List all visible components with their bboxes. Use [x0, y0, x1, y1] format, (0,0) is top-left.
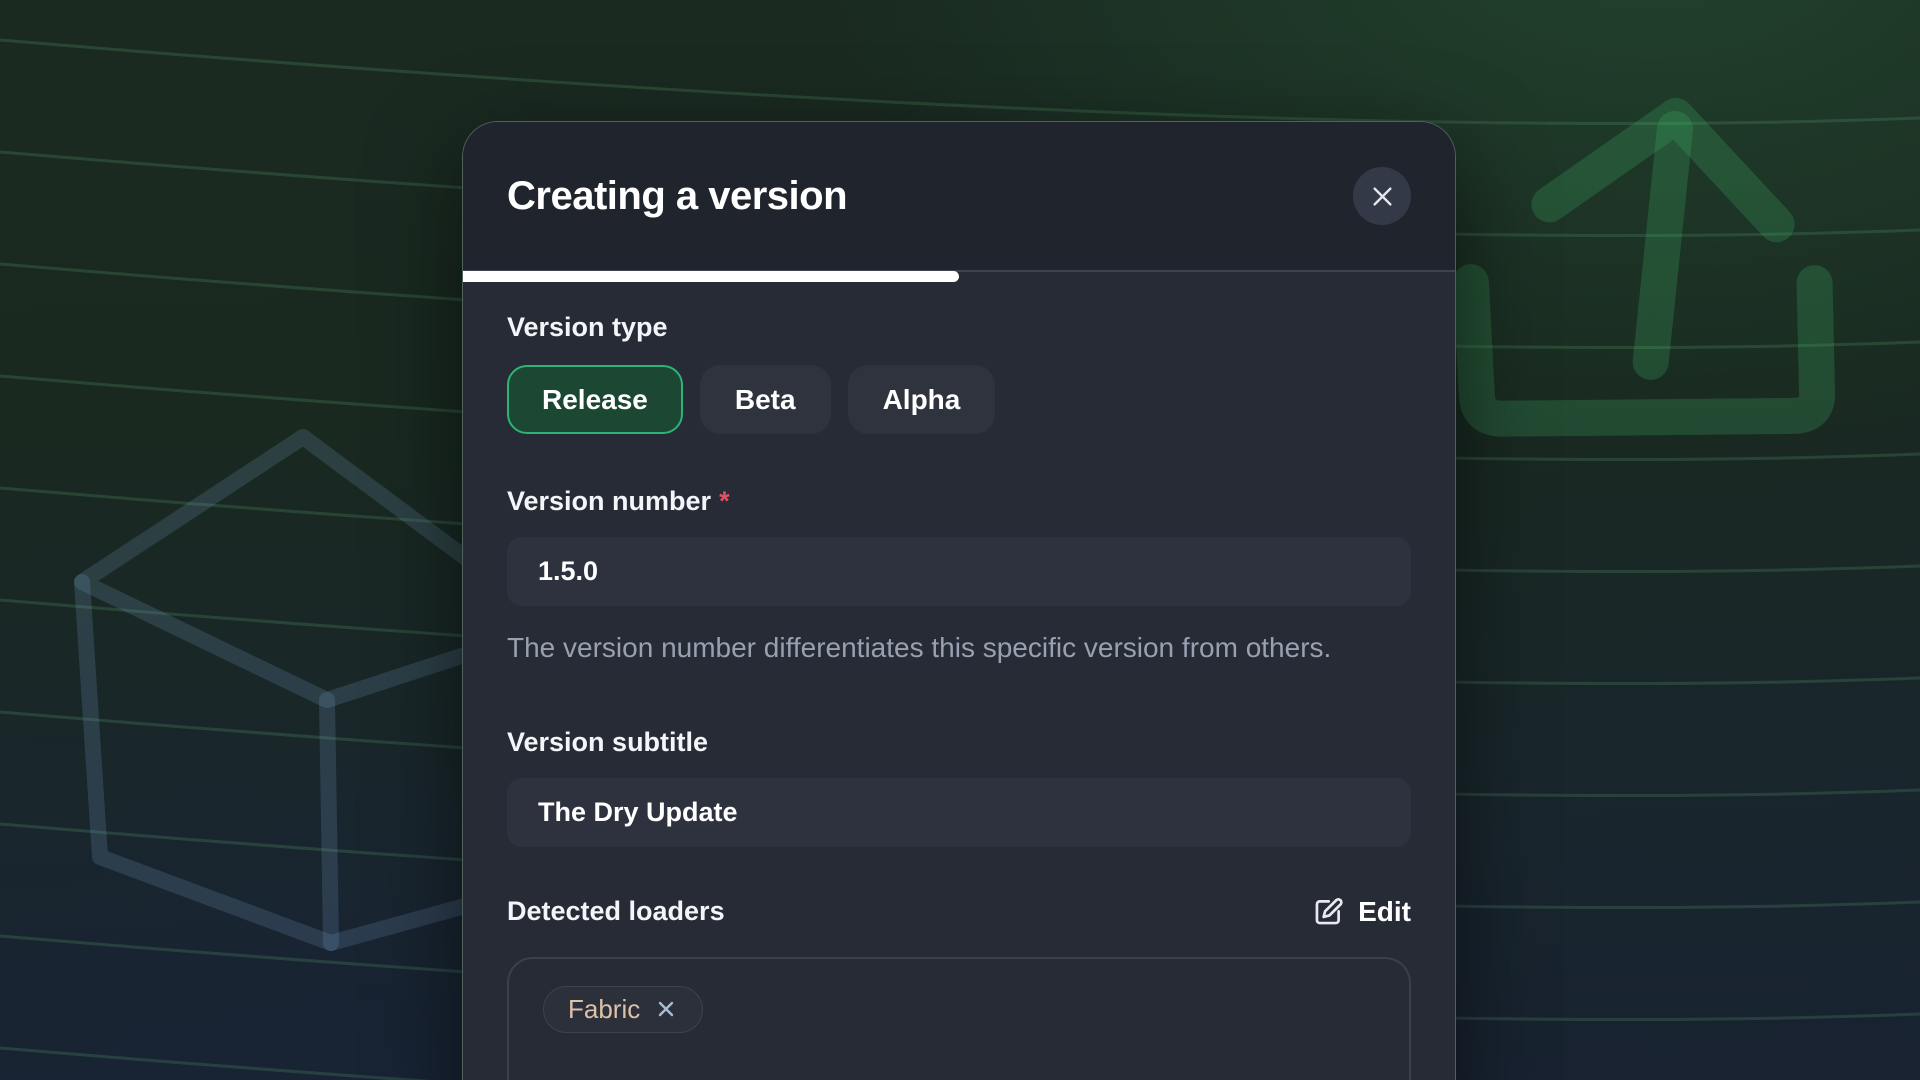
edit-pencil-square-icon	[1311, 895, 1345, 929]
detected-loaders-box: Fabric	[507, 957, 1411, 1080]
close-icon	[1369, 183, 1396, 210]
screen: Creating a version Version type Release …	[0, 0, 1920, 1080]
version-type-option-release[interactable]: Release	[507, 365, 683, 434]
version-type-label: Version type	[507, 312, 1411, 343]
modal-title: Creating a version	[507, 174, 847, 219]
detected-loaders-label: Detected loaders	[507, 896, 725, 927]
version-subtitle-input[interactable]	[507, 778, 1411, 847]
version-type-options: Release Beta Alpha	[507, 365, 1411, 434]
version-number-input[interactable]	[507, 537, 1411, 606]
required-asterisk: *	[719, 486, 730, 516]
loader-chip-fabric: Fabric	[543, 986, 703, 1033]
x-icon	[654, 997, 678, 1021]
version-type-option-beta[interactable]: Beta	[700, 365, 831, 434]
progress-fill	[463, 271, 959, 282]
remove-loader-button[interactable]	[654, 997, 678, 1021]
version-number-label: Version number*	[507, 486, 1411, 517]
edit-loaders-button[interactable]: Edit	[1311, 895, 1411, 929]
close-button[interactable]	[1353, 167, 1411, 225]
modal-header: Creating a version	[463, 122, 1455, 272]
loader-chip-label: Fabric	[568, 994, 640, 1025]
version-subtitle-label: Version subtitle	[507, 727, 1411, 758]
modal-body: Version type Release Beta Alpha Version …	[463, 272, 1455, 1080]
version-type-option-alpha[interactable]: Alpha	[848, 365, 996, 434]
create-version-modal: Creating a version Version type Release …	[462, 121, 1456, 1080]
edit-label: Edit	[1358, 896, 1411, 928]
upload-arrow-icon	[1461, 103, 1835, 441]
version-number-help: The version number differentiates this s…	[507, 630, 1392, 667]
